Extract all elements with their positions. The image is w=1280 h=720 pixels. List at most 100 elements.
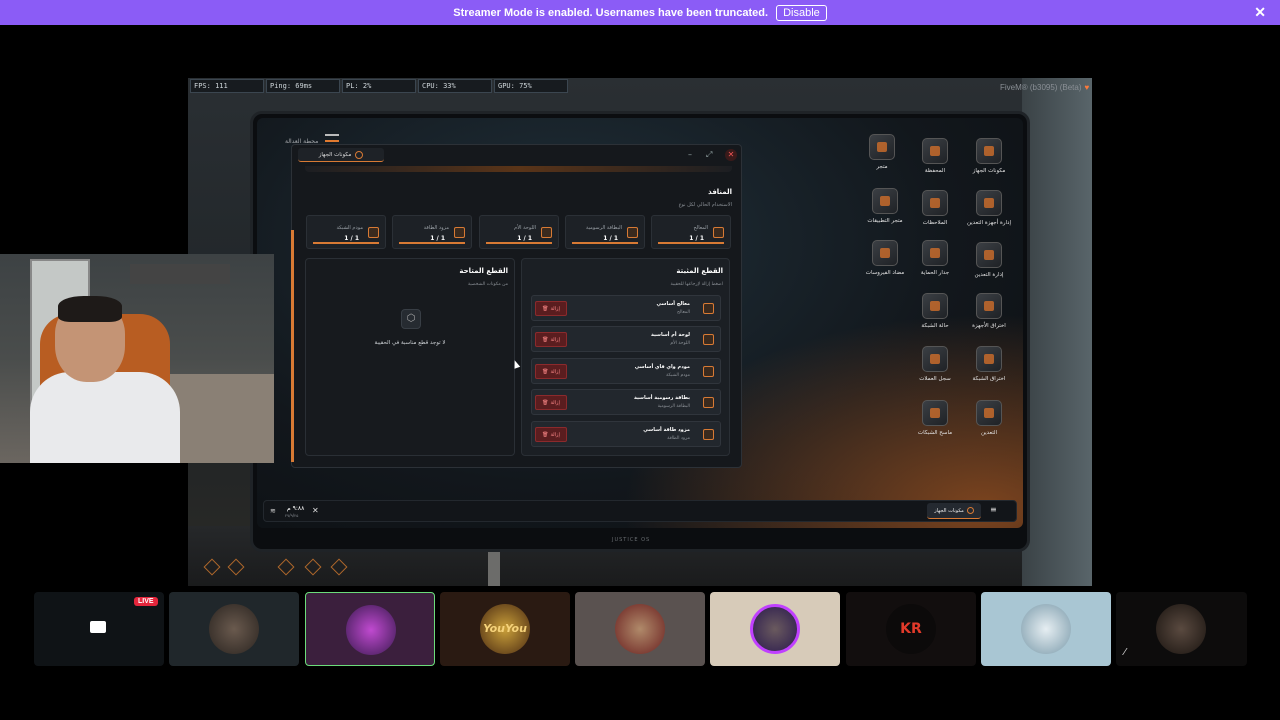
streamer-mode-banner: Streamer Mode is enabled. Usernames have… — [0, 0, 1280, 25]
cpu-readout: CPU: 33% — [418, 79, 492, 93]
cpu-icon — [713, 227, 724, 238]
part-name: لوحة أم أساسية — [650, 332, 690, 338]
motherboard-icon — [541, 227, 552, 238]
remove-part-button[interactable]: 🗑 إزالة — [535, 332, 567, 347]
minimize-button[interactable]: – — [688, 150, 692, 159]
desktop-icon-network-status[interactable]: حالة الشبكة — [908, 293, 962, 330]
installed-part-row: معالج أساسي المعالج 🗑 إزالة — [531, 295, 721, 321]
webcam-person-shirt — [30, 372, 180, 463]
participant-tile[interactable]: ⁄ — [1116, 592, 1247, 666]
participant-tile[interactable]: KR — [846, 592, 976, 666]
disable-streamer-mode-button[interactable]: Disable — [776, 4, 827, 21]
participant-tile[interactable] — [575, 592, 705, 666]
window-scrollbar[interactable] — [291, 230, 294, 462]
fps-readout: FPS: 111 — [190, 79, 264, 93]
slot-name: مزود الطاقة — [423, 225, 449, 231]
part-name: معالج أساسي — [656, 301, 690, 307]
desktop-icon-currency-log[interactable]: سجل العملات — [908, 346, 962, 383]
start-menu-icon[interactable]: ≡ — [990, 505, 997, 514]
participant-tile[interactable] — [710, 592, 840, 666]
pickaxe-icon — [976, 400, 1002, 426]
bag-icon — [872, 188, 898, 214]
firewall-icon — [922, 240, 948, 266]
store-icon — [869, 134, 895, 160]
slot-name: مودم الشبكة — [336, 225, 364, 231]
desktop-icon-label: سجل العملات — [919, 376, 951, 382]
slot-usage: 1 / 1 — [344, 235, 359, 242]
participant-tile[interactable] — [169, 592, 299, 666]
desktop-icon-wallet[interactable]: المحفظة — [908, 138, 962, 175]
slot-usage-bar — [313, 242, 379, 244]
participant-tile-speaking[interactable] — [305, 592, 435, 666]
window-header-strip — [305, 166, 732, 172]
desktop-icon-mining[interactable]: التعدين — [962, 400, 1016, 437]
window-close-button[interactable]: ✕ — [725, 149, 737, 161]
remove-label: إزالة — [550, 368, 560, 375]
maximize-button[interactable]: ⤢ — [706, 150, 712, 160]
remove-part-button[interactable]: 🗑 إزالة — [535, 364, 567, 379]
taskbar-app-label: مكونات الجهاز — [934, 507, 964, 514]
part-name: مزود طاقة أساسي — [643, 427, 690, 433]
desktop-icon-mining-rigs[interactable]: إدارة أجهزة التعدين — [962, 190, 1016, 227]
taskbar-app-device-components[interactable]: مكونات الجهاز — [927, 503, 981, 519]
part-type: البطاقة الرسومية — [657, 404, 690, 409]
game-wall — [1022, 78, 1092, 586]
slot-usage: 1 / 1 — [603, 235, 618, 242]
participant-tile[interactable] — [981, 592, 1111, 666]
shield-icon — [872, 240, 898, 266]
desktop-icon-firewall[interactable]: جدار الحماية — [908, 240, 962, 277]
remove-part-button[interactable]: 🗑 إزالة — [535, 301, 567, 316]
cpu-icon — [703, 303, 714, 314]
available-parts-panel — [305, 258, 515, 456]
remove-part-button[interactable]: 🗑 إزالة — [535, 427, 567, 442]
desktop-icon-label: اختراق الأجهزة — [972, 323, 1006, 329]
performance-overlay: FPS: 111 Ping: 69ms PL: 2% CPU: 33% GPU:… — [190, 79, 568, 93]
banner-close-icon[interactable]: ✕ — [1254, 4, 1266, 21]
desktop-icon-label: حالة الشبكة — [921, 323, 949, 329]
webcam-overlay — [0, 254, 274, 463]
wifi-icon[interactable]: ≋ — [270, 507, 276, 515]
desktop-icon-device-components[interactable]: مكونات الجهاز — [962, 138, 1016, 175]
chip-icon — [976, 138, 1002, 164]
gauge-icon — [355, 150, 364, 159]
desktop-icon-label: متجر التطبيقات — [867, 218, 903, 224]
fivem-build-label: FiveM® (b3095) (Beta) ♥ — [1000, 83, 1089, 92]
ports-title: المنافذ — [708, 188, 732, 196]
desktop-icon-label: إدارة التعدين — [974, 272, 1004, 278]
taskbar-date: ٢٧/٩/٢٥ — [285, 513, 299, 518]
part-name: بطاقة رسومية أساسية — [633, 395, 690, 401]
desktop-icon-app-store[interactable]: متجر التطبيقات — [858, 188, 912, 225]
remove-label: إزالة — [550, 336, 560, 343]
desktop-icon-label: متجر — [876, 164, 888, 170]
motherboard-icon — [703, 334, 714, 345]
slot-usage: 1 / 1 — [517, 235, 532, 242]
avatar — [209, 604, 259, 654]
game-pole — [488, 546, 500, 586]
desktop-icon-device-hacking[interactable]: اختراق الأجهزة — [962, 293, 1016, 330]
window-title-tab[interactable]: مكونات الجهاز — [298, 148, 384, 162]
slot-modem: مودم الشبكة 1 / 1 — [306, 215, 386, 249]
desktop-icon-mining-management[interactable]: إدارة التعدين — [962, 242, 1016, 279]
slot-cpu: المعالج 1 / 1 — [651, 215, 731, 249]
desktop-icon-store[interactable]: متجر — [855, 134, 909, 171]
mining-icon — [976, 242, 1002, 268]
wifi-icon — [922, 293, 948, 319]
trash-icon: 🗑 — [542, 368, 549, 375]
slot-gpu: البطاقة الرسومية 1 / 1 — [565, 215, 645, 249]
taskbar-close-icon[interactable]: ✕ — [312, 506, 319, 515]
part-type: اللوحة الأم — [670, 341, 690, 346]
part-name: مودم واي فاي أساسي — [634, 364, 690, 370]
empty-box-icon: ⬡ — [401, 309, 421, 329]
desktop-icon-antivirus[interactable]: مضاد الفيروسات — [858, 240, 912, 277]
remove-part-button[interactable]: 🗑 إزالة — [535, 395, 567, 410]
participant-tile[interactable]: YouYou — [440, 592, 570, 666]
gpu-icon — [627, 227, 638, 238]
remove-label: إزالة — [550, 305, 560, 312]
desktop-icon-network-hacking[interactable]: اختراق الشبكة — [962, 346, 1016, 383]
desktop-icon-network-scanner[interactable]: ماسح الشبكات — [908, 400, 962, 437]
laptop-icon — [976, 346, 1002, 372]
desktop-icon-label: مضاد الفيروسات — [865, 270, 905, 276]
desktop-icon-label: مكونات الجهاز — [972, 168, 1006, 174]
installed-part-row: مودم واي فاي أساسي مودم الشبكة 🗑 إزالة — [531, 358, 721, 384]
desktop-icon-notes[interactable]: الملاحظات — [908, 190, 962, 227]
